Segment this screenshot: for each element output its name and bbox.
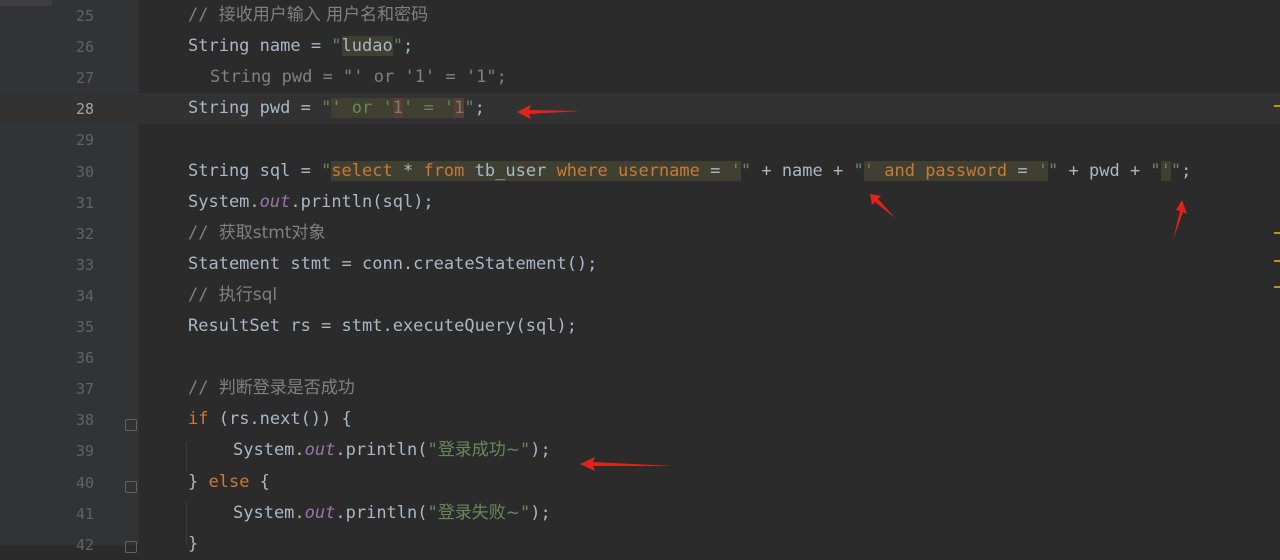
code-line[interactable]: 32 // 获取stmt对象 — [0, 218, 1280, 249]
line-number[interactable]: 41 — [52, 504, 94, 524]
code-line[interactable]: 37 // 判断登录是否成功 — [0, 373, 1280, 404]
code-text[interactable]: // 执行sql — [188, 285, 277, 306]
code-text[interactable]: // 接收用户输入 用户名和密码 — [188, 5, 428, 26]
line-number[interactable]: 27 — [52, 68, 94, 88]
code-line[interactable]: 30 String sql = "select * from tb_user wh… — [0, 156, 1280, 187]
code-text[interactable]: System.out.println("登录成功~"); — [233, 440, 551, 461]
line-number[interactable]: 33 — [52, 255, 94, 275]
code-line[interactable]: 35 ResultSet rs = stmt.executeQuery(sql); — [0, 311, 1280, 342]
line-number[interactable]: 29 — [52, 130, 94, 150]
scroll-marker[interactable] — [1274, 260, 1280, 262]
code-line[interactable]: 36 — [0, 342, 1280, 373]
red-arrow-annotation — [517, 105, 581, 119]
code-line[interactable]: 27 String pwd = "' or '1' = '1"; — [0, 62, 1280, 93]
code-text[interactable]: } else { — [188, 472, 270, 493]
indent-guide — [186, 441, 187, 472]
code-text[interactable]: Statement stmt = conn.createStatement(); — [188, 254, 597, 275]
line-number[interactable]: 36 — [52, 348, 94, 368]
code-text[interactable]: String name = "ludao"; — [188, 36, 413, 57]
code-line[interactable]: 34 // 执行sql — [0, 280, 1280, 311]
code-text[interactable]: ResultSet rs = stmt.executeQuery(sql); — [188, 316, 577, 337]
line-number[interactable]: 38 — [52, 410, 94, 430]
line-number[interactable]: 39 — [52, 441, 94, 461]
line-number[interactable]: 31 — [52, 193, 94, 213]
code-text[interactable]: } — [188, 534, 198, 555]
code-text[interactable]: String pwd = "' or '1' = '1"; — [188, 98, 485, 119]
line-number[interactable]: 35 — [52, 317, 94, 337]
code-line[interactable]: 38 if (rs.next()) { — [0, 404, 1280, 435]
scroll-marker[interactable] — [1274, 232, 1280, 234]
code-line[interactable]: 29 — [0, 124, 1280, 155]
line-number[interactable]: 34 — [52, 286, 94, 306]
code-line[interactable]: 33 Statement stmt = conn.createStatement(… — [0, 249, 1280, 280]
red-arrow-annotation — [870, 194, 895, 218]
line-number[interactable]: 28 — [52, 99, 94, 119]
fold-close-icon[interactable] — [125, 541, 137, 553]
line-number[interactable]: 25 — [52, 6, 94, 26]
code-line[interactable]: 25 // 接收用户输入 用户名和密码 — [0, 0, 1280, 31]
code-line[interactable]: 41 System.out.println("登录失败~"); — [0, 498, 1280, 529]
code-text[interactable]: // 获取stmt对象 — [188, 223, 325, 244]
line-number[interactable]: 26 — [52, 37, 94, 57]
fold-close-icon[interactable] — [125, 481, 137, 493]
fold-open-icon[interactable] — [125, 419, 137, 431]
scroll-marker[interactable] — [1274, 286, 1280, 288]
red-arrow-annotation — [1173, 200, 1187, 240]
line-number[interactable]: 30 — [52, 162, 94, 182]
code-text[interactable]: if (rs.next()) { — [188, 409, 352, 430]
code-text[interactable]: String pwd = "' or '1' = '1"; — [210, 67, 507, 88]
code-text[interactable]: System.out.println("登录失败~"); — [233, 503, 551, 524]
line-number[interactable]: 37 — [52, 379, 94, 399]
code-line[interactable]: 28 String pwd = "' or '1' = '1"; — [0, 93, 1280, 125]
scroll-marker[interactable] — [1274, 105, 1280, 107]
red-arrow-annotation — [580, 457, 674, 471]
line-number[interactable]: 32 — [52, 224, 94, 244]
code-line[interactable]: 31 System.out.println(sql); — [0, 187, 1280, 218]
code-line[interactable]: 42} — [0, 529, 1280, 560]
indent-guide — [186, 503, 187, 545]
code-line[interactable]: 26 String name = "ludao"; — [0, 31, 1280, 62]
code-text[interactable]: // 判断登录是否成功 — [188, 378, 355, 399]
code-text[interactable]: System.out.println(sql); — [188, 192, 434, 213]
line-number[interactable]: 40 — [52, 473, 94, 493]
code-text[interactable]: String sql = "select * from tb_user wher… — [188, 160, 1191, 182]
